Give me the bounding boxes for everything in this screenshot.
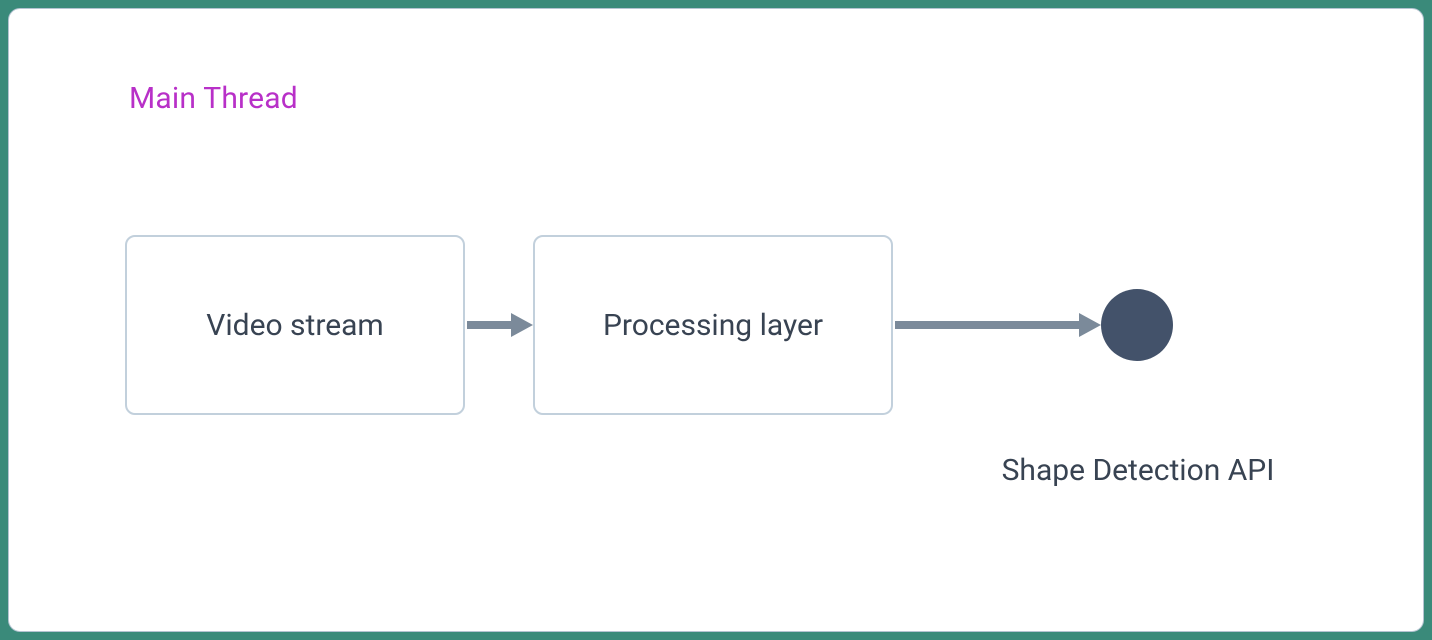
node-shape-detection-api-label: Shape Detection API (983, 453, 1293, 488)
node-video-stream: Video stream (125, 235, 465, 415)
arrow-video-to-processing (465, 309, 533, 341)
node-label: Video stream (206, 308, 384, 343)
diagram-canvas: Main Thread Video stream Processing laye… (8, 8, 1424, 632)
node-processing-layer: Processing layer (533, 235, 893, 415)
diagram-title: Main Thread (129, 81, 298, 116)
node-shape-detection-api (1101, 289, 1173, 361)
arrow-processing-to-api (893, 309, 1101, 341)
node-label: Processing layer (603, 308, 823, 343)
